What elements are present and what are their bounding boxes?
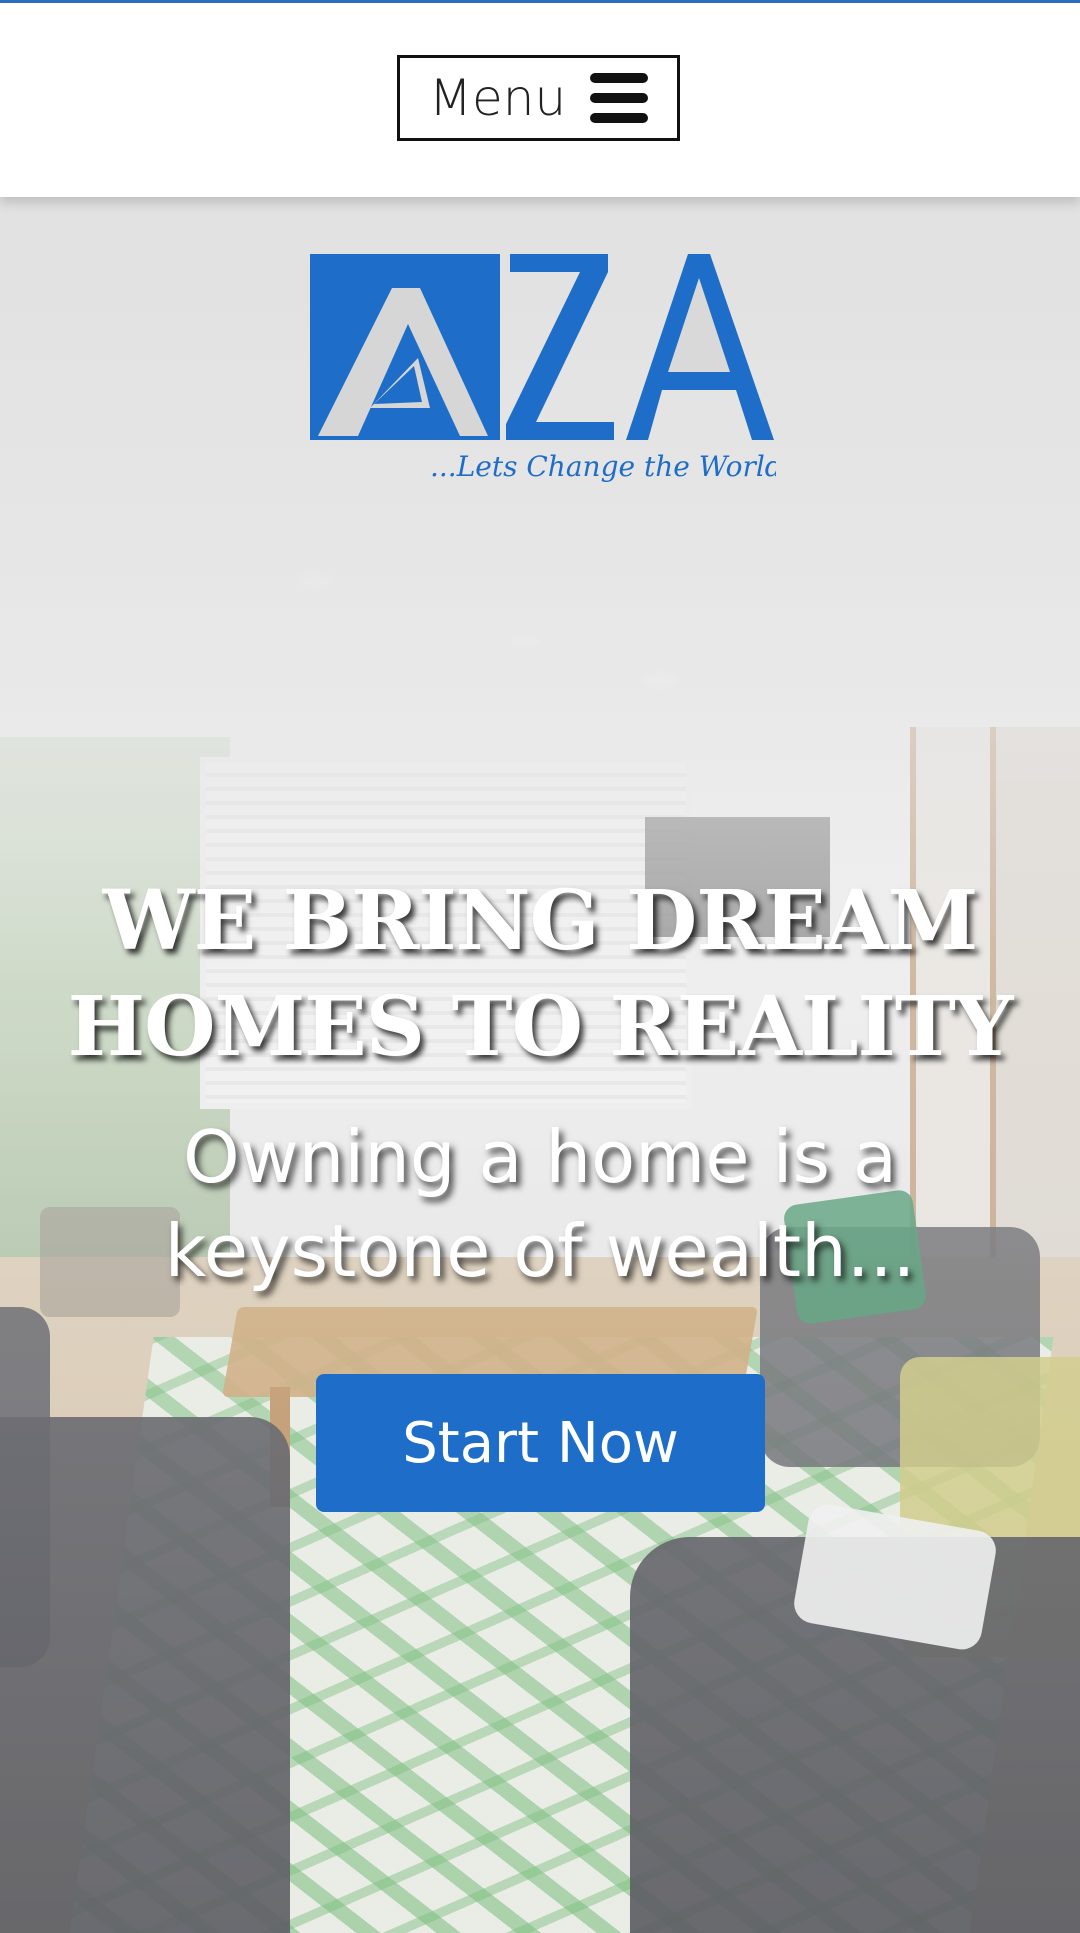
hero-subheadline: Owning a home is a keystone of wealth... — [0, 1110, 1080, 1298]
hero-headline-line2: HOMES TO REALITY — [67, 979, 1014, 1075]
menu-button[interactable]: Menu — [397, 55, 680, 141]
hero-subheadline-line2: keystone of wealth... — [164, 1209, 916, 1293]
hamburger-icon — [590, 73, 649, 123]
start-now-button[interactable]: Start Now — [316, 1374, 765, 1512]
logo-tagline: ...Lets Change the World — [430, 450, 776, 483]
menu-label: Menu — [428, 69, 567, 127]
aza-logo: ...Lets Change the World — [310, 254, 776, 483]
site-header: Menu — [0, 3, 1080, 197]
hero-headline: WE BRING DREAM HOMES TO REALITY — [0, 868, 1080, 1080]
hero-headline-line1: WE BRING DREAM — [102, 873, 979, 969]
hero-subheadline-line1: Owning a home is a — [183, 1115, 897, 1199]
